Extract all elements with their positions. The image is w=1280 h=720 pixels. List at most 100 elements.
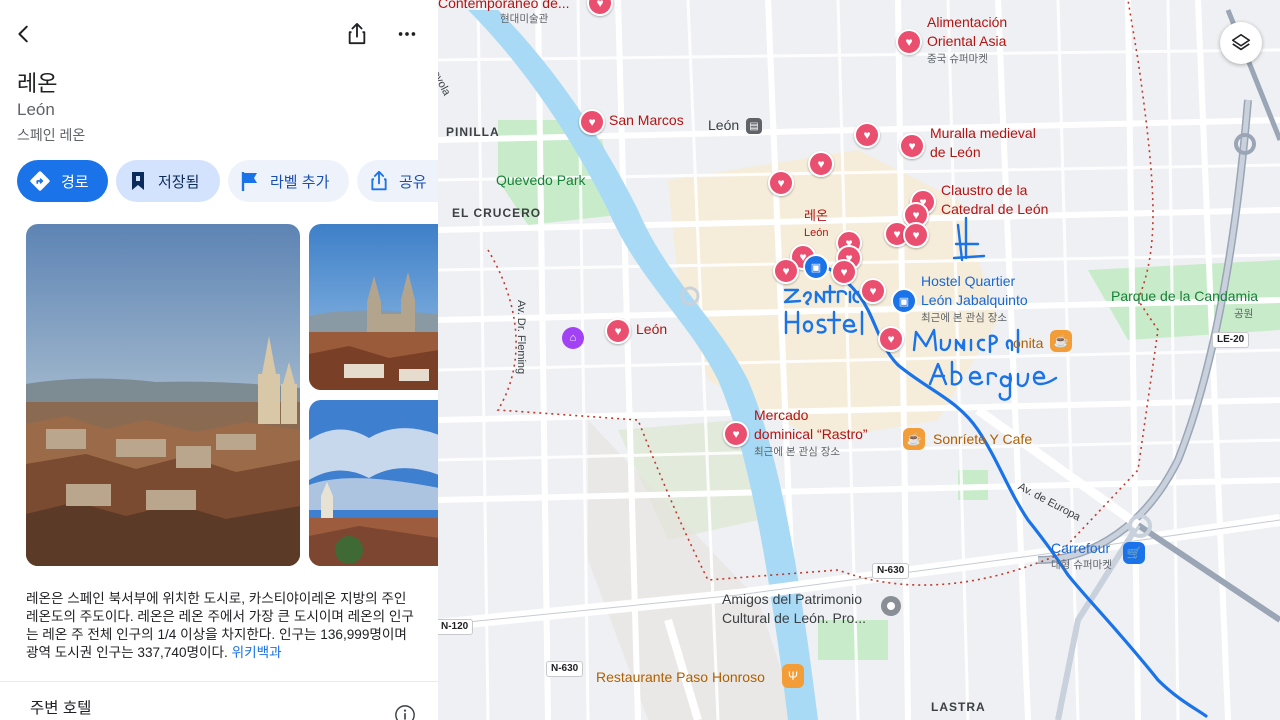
heart-icon: ♥	[614, 324, 622, 338]
label-candamia[interactable]: Parque de la Candamia	[1111, 287, 1258, 306]
section-divider	[0, 681, 438, 682]
restaurant-pin[interactable]: Ψ	[782, 664, 804, 688]
place-locality: 스페인 레온	[17, 127, 86, 143]
add-label-button[interactable]: 라벨 추가	[228, 160, 349, 202]
hostel-pin[interactable]: ▣	[803, 254, 829, 280]
map-layers-button[interactable]	[1220, 22, 1262, 64]
label-leon-station[interactable]: León	[708, 116, 739, 135]
directions-button[interactable]: 경로	[17, 160, 108, 202]
saved-place-pin[interactable]: ♥	[773, 258, 799, 284]
label-muralla-2[interactable]: de León	[930, 143, 981, 162]
place-title: 레온	[17, 71, 58, 96]
directions-label: 경로	[61, 173, 89, 191]
saved-place-pin[interactable]: ♥	[768, 170, 794, 196]
saved-place-pin[interactable]: ♥	[831, 259, 857, 285]
street-photo-image	[309, 400, 438, 566]
label-el-crucero: EL CRUCERO	[452, 206, 542, 220]
heart-icon: ♥	[869, 284, 877, 298]
back-arrow-icon	[18, 25, 28, 43]
label-mercado-1[interactable]: Mercado	[754, 406, 808, 425]
add-label-label: 라벨 추가	[270, 173, 330, 191]
label-contemporaneo-ko: 현대미술관	[500, 13, 549, 25]
label-claustro-1[interactable]: Claustro de la	[941, 181, 1027, 200]
building-icon: ⌂	[569, 332, 577, 344]
saved-place-pin[interactable]: ♥	[854, 122, 880, 148]
main-photo[interactable]	[26, 224, 300, 566]
saved-place-pin[interactable]: ♥	[878, 326, 904, 352]
heart-icon: ♥	[893, 227, 901, 241]
label-restaurante[interactable]: Restaurante Paso Honroso	[596, 668, 765, 687]
place-pin[interactable]	[881, 596, 901, 616]
heart-icon: ♥	[912, 208, 920, 222]
description-text: 레온은 스페인 북서부에 위치한 도시로, 카스티야이레온 지방의 주인 레온도…	[26, 591, 414, 660]
road-le20: LE-20	[1212, 332, 1250, 348]
road-n120: N-120	[438, 619, 474, 635]
street-photo[interactable]	[309, 400, 438, 566]
map-view[interactable]: ♥ ♥ ♥ ♥ ♥ ♥ ♥ ♥ ♥ ♥ ♥ ♥ ♥ ♥ ♥ ♥ ♥ ♥ ♥ ♥ …	[438, 0, 1280, 720]
saved-place-pin[interactable]: ♥	[899, 133, 925, 159]
share-top-button[interactable]	[337, 14, 377, 54]
saved-place-pin[interactable]: ♥	[808, 151, 834, 177]
flag-icon	[241, 172, 257, 191]
label-mercado-2[interactable]: dominical “Rastro”	[754, 425, 868, 444]
label-alimentacion-2[interactable]: Oriental Asia	[927, 32, 1006, 51]
landmark-pin[interactable]: ⌂	[562, 327, 584, 349]
share-chip-button[interactable]: 공유	[357, 160, 438, 202]
saved-place-pin[interactable]: ♥	[605, 318, 631, 344]
train-station-pin[interactable]: ▤	[746, 118, 762, 134]
label-carrefour-sub: 대형 슈퍼마켓	[1051, 559, 1112, 571]
label-leon-city[interactable]: León	[804, 224, 828, 243]
label-quevedo[interactable]: Quevedo Park	[496, 171, 586, 190]
heart-icon: ♥	[777, 176, 785, 190]
cafe-pin[interactable]: ☕	[1050, 330, 1072, 352]
wikipedia-link[interactable]: 위키백과	[232, 645, 282, 660]
label-leon-pin[interactable]: León	[636, 320, 667, 339]
cafe-pin[interactable]: ☕	[903, 428, 925, 450]
info-button[interactable]	[385, 700, 425, 720]
back-button[interactable]	[4, 14, 44, 54]
label-claustro-2[interactable]: Catedral de León	[941, 200, 1048, 219]
label-alimentacion-1[interactable]: Alimentación	[927, 13, 1007, 32]
hotel-pin[interactable]: ▣	[891, 288, 917, 314]
label-park-sub: 공원	[1234, 308, 1254, 320]
heart-icon: ♥	[732, 427, 740, 441]
saved-place-pin[interactable]: ♥	[903, 222, 929, 248]
saved-place-pin[interactable]: ♥	[896, 29, 922, 55]
saved-place-pin[interactable]: ♥	[723, 421, 749, 447]
label-lastra: LASTRA	[931, 700, 986, 714]
label-muralla-1[interactable]: Muralla medieval	[930, 124, 1036, 143]
saved-place-pin[interactable]: ♥	[860, 278, 886, 304]
share-chip-label: 공유	[399, 173, 427, 191]
label-hostel-sub: 최근에 본 관심 장소	[921, 312, 1008, 324]
more-horizontal-icon	[398, 32, 416, 36]
saved-button[interactable]: 저장됨	[116, 160, 220, 202]
label-leon-ko[interactable]: 레온	[804, 206, 828, 225]
heart-icon: ♥	[840, 265, 848, 279]
saved-place-pin[interactable]: ♥	[579, 109, 605, 135]
label-hostel-1[interactable]: Hostel Quartier	[921, 272, 1015, 291]
label-amigos-1[interactable]: Amigos del Patrimonio	[722, 590, 862, 609]
heart-icon: ♥	[782, 264, 790, 278]
label-mercado-sub: 최근에 본 관심 장소	[754, 446, 841, 458]
heart-icon: ♥	[863, 128, 871, 142]
label-sonriete[interactable]: Sonríete Y Cafe	[933, 430, 1032, 449]
share-icon	[371, 170, 387, 191]
label-hostel-2[interactable]: León Jabalquinto	[921, 291, 1028, 310]
train-icon: ▤	[749, 120, 759, 132]
cup-icon: ☕	[1053, 334, 1069, 348]
label-amigos-2[interactable]: Cultural de León. Pro...	[722, 609, 866, 628]
saved-label: 저장됨	[158, 173, 200, 191]
bookmark-icon	[132, 172, 144, 190]
heart-icon: ♥	[912, 228, 920, 242]
cathedral-photo[interactable]	[309, 224, 438, 390]
suitcase-icon: ▣	[810, 261, 822, 274]
supermarket-pin[interactable]: 🛒	[1123, 542, 1145, 564]
place-subtitle: León	[17, 100, 55, 119]
cart-icon: 🛒	[1126, 546, 1142, 560]
label-onita[interactable]: onita	[1013, 334, 1043, 353]
cup-icon: ☕	[906, 432, 922, 446]
more-options-button[interactable]	[387, 14, 427, 54]
city-photo-image	[26, 224, 300, 566]
label-san-marcos[interactable]: San Marcos	[609, 111, 684, 130]
layers-icon	[1231, 33, 1251, 51]
